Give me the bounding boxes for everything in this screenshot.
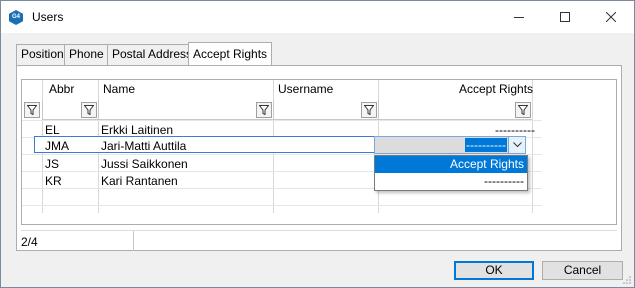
table-cell-abbr[interactable]: KR: [45, 174, 62, 188]
table-cell-name[interactable]: Jussi Saikkonen: [101, 157, 188, 171]
status-bar: 2/4: [21, 230, 617, 251]
accept-rights-filter-field[interactable]: [378, 100, 532, 120]
filter-icon: [259, 105, 269, 115]
resize-grip-icon[interactable]: [622, 275, 632, 285]
grid-separator: [22, 120, 542, 121]
users-dialog: G4 Users Position Phone Postal Address A…: [0, 0, 635, 288]
username-filter-button[interactable]: [361, 102, 377, 118]
table-cell-name[interactable]: Erkki Laitinen: [101, 123, 173, 137]
maximize-icon: [560, 12, 570, 22]
table-cell-name[interactable]: Jari-Matti Auttila: [101, 139, 186, 153]
accept-rights-combobox[interactable]: ----------: [374, 136, 526, 154]
cancel-button[interactable]: Cancel: [542, 261, 623, 280]
name-filter-button[interactable]: [256, 102, 272, 118]
combobox-selected-value: ----------: [465, 138, 507, 152]
filter-icon: [84, 105, 94, 115]
column-header-username[interactable]: Username: [278, 82, 333, 96]
selected-row-outline: [34, 136, 375, 153]
column-header-abbr[interactable]: Abbr: [49, 82, 74, 96]
column-header-name[interactable]: Name: [103, 82, 135, 96]
column-header-accept-rights[interactable]: Accept Rights: [459, 82, 533, 96]
dropdown-option-none[interactable]: ----------: [375, 173, 527, 190]
combobox-dropdown-button[interactable]: [508, 137, 525, 153]
filter-icon: [364, 105, 374, 115]
tab-position[interactable]: Position: [16, 44, 69, 65]
table-cell-abbr[interactable]: EL: [45, 123, 60, 137]
filter-icon: [518, 105, 528, 115]
tab-phone[interactable]: Phone: [64, 44, 109, 65]
accept-rights-dropdown-list: Accept Rights ----------: [374, 155, 528, 191]
close-icon: [606, 12, 616, 22]
status-separator: [133, 231, 134, 251]
table-cell-accept-rights[interactable]: ----------: [495, 123, 535, 137]
table-cell-abbr[interactable]: JMA: [45, 139, 69, 153]
tab-accept-rights[interactable]: Accept Rights: [188, 42, 273, 65]
grid-separator: [22, 205, 542, 206]
maximize-button[interactable]: [542, 1, 588, 33]
minimize-button[interactable]: [496, 1, 542, 33]
minimize-icon: [514, 17, 524, 18]
name-filter-field[interactable]: [98, 100, 273, 120]
abbr-filter-button[interactable]: [81, 102, 97, 118]
tab-postal-address[interactable]: Postal Address: [107, 44, 198, 65]
record-position: 2/4: [21, 235, 38, 249]
dropdown-option-accept-rights[interactable]: Accept Rights: [375, 156, 527, 173]
chevron-down-icon: [512, 142, 522, 148]
table-cell-abbr[interactable]: JS: [45, 157, 59, 171]
window-title: Users: [32, 10, 64, 24]
app-logo-icon: G4: [9, 10, 23, 25]
ok-button[interactable]: OK: [454, 261, 534, 280]
accept-rights-panel: Abbr Name Username Accept Rights EL Erkk…: [16, 65, 622, 251]
grid-separator: [532, 80, 533, 213]
users-grid[interactable]: Abbr Name Username Accept Rights EL Erkk…: [21, 79, 617, 225]
table-cell-name[interactable]: Kari Rantanen: [101, 174, 178, 188]
accept-rights-filter-button[interactable]: [515, 102, 531, 118]
title-bar[interactable]: G4 Users: [1, 1, 634, 33]
filter-icon: [27, 105, 37, 115]
row-filter-button[interactable]: [24, 102, 40, 118]
close-button[interactable]: [588, 1, 634, 33]
